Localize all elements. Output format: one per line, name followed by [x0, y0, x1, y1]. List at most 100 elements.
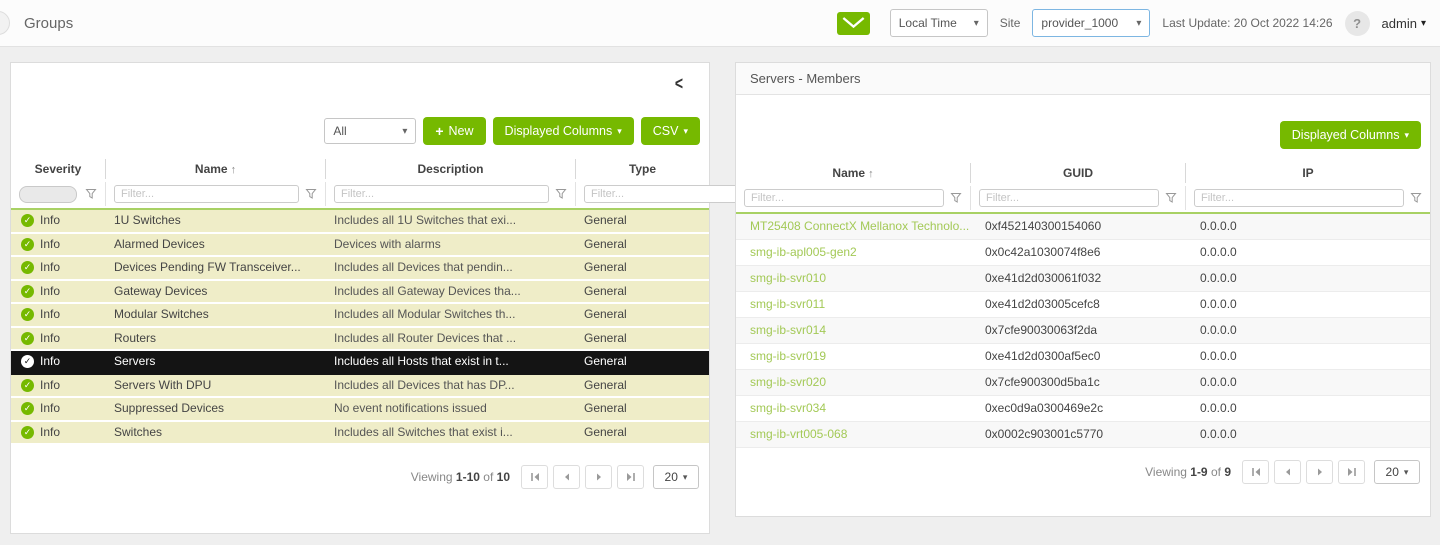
description-filter-input[interactable]: [334, 185, 549, 203]
group-filter-select[interactable]: All ▾: [324, 118, 416, 144]
column-header-severity[interactable]: Severity: [11, 159, 106, 179]
last-update-text: Last Update: 20 Oct 2022 14:26: [1162, 16, 1332, 30]
help-button[interactable]: ?: [1345, 11, 1370, 36]
funnel-icon[interactable]: [944, 192, 962, 204]
column-header-type[interactable]: Type: [576, 159, 709, 179]
member-ip: 0.0.0.0: [1186, 240, 1430, 265]
funnel-icon[interactable]: [1404, 192, 1422, 204]
nav-toggle-partial[interactable]: [0, 11, 10, 35]
group-name: Routers: [106, 328, 326, 350]
member-name-link[interactable]: smg-ib-svr034: [736, 396, 971, 421]
site-select[interactable]: provider_1000 ▾: [1032, 9, 1150, 37]
table-row[interactable]: ✓ Info Servers Includes all Hosts that e…: [11, 351, 709, 375]
severity-label: Info: [40, 351, 60, 373]
table-row[interactable]: ✓ Info Suppressed Devices No event notif…: [11, 398, 709, 422]
page-size-select[interactable]: 20 ▾: [653, 465, 699, 489]
table-row[interactable]: smg-ib-svr034 0xec0d9a0300469e2c 0.0.0.0: [736, 396, 1430, 422]
prev-page-button[interactable]: [553, 465, 580, 489]
funnel-icon[interactable]: [299, 188, 317, 200]
ip-filter-input[interactable]: [1194, 189, 1404, 207]
severity-label: Info: [40, 375, 60, 397]
column-header-guid[interactable]: GUID: [971, 163, 1186, 183]
member-name-link[interactable]: smg-ib-svr010: [736, 266, 971, 291]
csv-export-button[interactable]: CSV ▾: [641, 117, 700, 145]
next-page-button[interactable]: [585, 465, 612, 489]
members-table-header: Name↑ GUID IP: [736, 163, 1430, 183]
page-size-select[interactable]: 20 ▾: [1374, 460, 1420, 484]
chevron-down-icon: ▾: [683, 126, 688, 137]
table-row[interactable]: MT25408 ConnectX Mellanox Technolo... 0x…: [736, 214, 1430, 240]
mail-button[interactable]: [837, 12, 870, 35]
groups-table-body: ✓ Info 1U Switches Includes all 1U Switc…: [11, 210, 709, 445]
member-name-link[interactable]: smg-ib-svr011: [736, 292, 971, 317]
table-row[interactable]: ✓ Info 1U Switches Includes all 1U Switc…: [11, 210, 709, 234]
groups-filter-row: [11, 182, 709, 206]
member-name-link[interactable]: smg-ib-svr019: [736, 344, 971, 369]
table-row[interactable]: ✓ Info Gateway Devices Includes all Gate…: [11, 281, 709, 305]
collapse-panel-button[interactable]: <: [675, 73, 683, 94]
prev-page-button[interactable]: [1274, 460, 1301, 484]
first-page-button[interactable]: [1242, 460, 1269, 484]
table-row[interactable]: smg-ib-vrt005-068 0x0002c903001c5770 0.0…: [736, 422, 1430, 448]
funnel-icon[interactable]: [549, 188, 567, 200]
table-row[interactable]: smg-ib-svr010 0xe41d2d030061f032 0.0.0.0: [736, 266, 1430, 292]
chevron-down-icon: ▾: [1136, 18, 1141, 29]
table-row[interactable]: smg-ib-svr011 0xe41d2d03005cefc8 0.0.0.0: [736, 292, 1430, 318]
chevron-down-icon: ▾: [1404, 130, 1409, 141]
last-page-icon: [1346, 466, 1358, 478]
member-ip: 0.0.0.0: [1186, 370, 1430, 395]
chevron-down-icon: ▾: [1421, 18, 1426, 29]
guid-filter-input[interactable]: [979, 189, 1159, 207]
user-menu[interactable]: admin ▾: [1382, 16, 1426, 31]
last-page-icon: [625, 471, 637, 483]
name-filter-input[interactable]: [114, 185, 299, 203]
group-type: General: [576, 328, 709, 350]
time-mode-select[interactable]: Local Time ▾: [890, 9, 988, 37]
members-panel-title: Servers - Members: [736, 63, 1430, 95]
table-row[interactable]: ✓ Info Alarmed Devices Devices with alar…: [11, 234, 709, 258]
column-header-name[interactable]: Name↑: [106, 159, 326, 179]
member-name-link[interactable]: smg-ib-svr020: [736, 370, 971, 395]
group-name: Suppressed Devices: [106, 398, 326, 420]
next-page-button[interactable]: [1306, 460, 1333, 484]
member-name-link[interactable]: smg-ib-svr014: [736, 318, 971, 343]
prev-page-icon: [562, 472, 572, 482]
type-filter-input[interactable]: [584, 185, 740, 203]
group-name: Alarmed Devices: [106, 234, 326, 256]
member-name-link[interactable]: smg-ib-vrt005-068: [736, 422, 971, 447]
first-page-button[interactable]: [521, 465, 548, 489]
last-page-button[interactable]: [617, 465, 644, 489]
chevron-down-icon: ▾: [683, 472, 688, 483]
table-row[interactable]: ✓ Info Switches Includes all Switches th…: [11, 422, 709, 446]
table-row[interactable]: ✓ Info Modular Switches Includes all Mod…: [11, 304, 709, 328]
column-header-description[interactable]: Description: [326, 159, 576, 179]
csv-label: CSV: [653, 124, 679, 138]
new-group-button[interactable]: + New: [423, 117, 485, 145]
table-row[interactable]: smg-ib-svr020 0x7cfe900300d5ba1c 0.0.0.0: [736, 370, 1430, 396]
table-row[interactable]: ✓ Info Servers With DPU Includes all Dev…: [11, 375, 709, 399]
table-row[interactable]: smg-ib-svr019 0xe41d2d0300af5ec0 0.0.0.0: [736, 344, 1430, 370]
group-description: Includes all Devices that has DP...: [326, 375, 576, 397]
table-row[interactable]: smg-ib-apl005-gen2 0x0c42a1030074f8e6 0.…: [736, 240, 1430, 266]
check-circle-icon: ✓: [21, 308, 34, 321]
members-table-body: MT25408 ConnectX Mellanox Technolo... 0x…: [736, 214, 1430, 448]
group-type: General: [576, 375, 709, 397]
member-name-link[interactable]: smg-ib-apl005-gen2: [736, 240, 971, 265]
severity-filter-select[interactable]: [19, 186, 77, 203]
chevron-down-icon: ▾: [974, 18, 979, 29]
name-filter-input[interactable]: [744, 189, 944, 207]
column-header-name[interactable]: Name↑: [736, 163, 971, 183]
member-ip: 0.0.0.0: [1186, 266, 1430, 291]
member-name-link[interactable]: MT25408 ConnectX Mellanox Technolo...: [736, 214, 971, 239]
column-header-ip[interactable]: IP: [1186, 163, 1430, 183]
table-row[interactable]: ✓ Info Routers Includes all Router Devic…: [11, 328, 709, 352]
member-guid: 0xec0d9a0300469e2c: [971, 396, 1186, 421]
table-row[interactable]: ✓ Info Devices Pending FW Transceiver...…: [11, 257, 709, 281]
funnel-icon[interactable]: [1159, 192, 1177, 204]
last-page-button[interactable]: [1338, 460, 1365, 484]
displayed-columns-button[interactable]: Displayed Columns ▾: [1280, 121, 1421, 149]
funnel-icon[interactable]: [79, 188, 97, 200]
groups-toolbar: All ▾ + New Displayed Columns ▾ CSV ▾: [11, 117, 709, 145]
displayed-columns-button[interactable]: Displayed Columns ▾: [493, 117, 634, 145]
table-row[interactable]: smg-ib-svr014 0x7cfe90030063f2da 0.0.0.0: [736, 318, 1430, 344]
